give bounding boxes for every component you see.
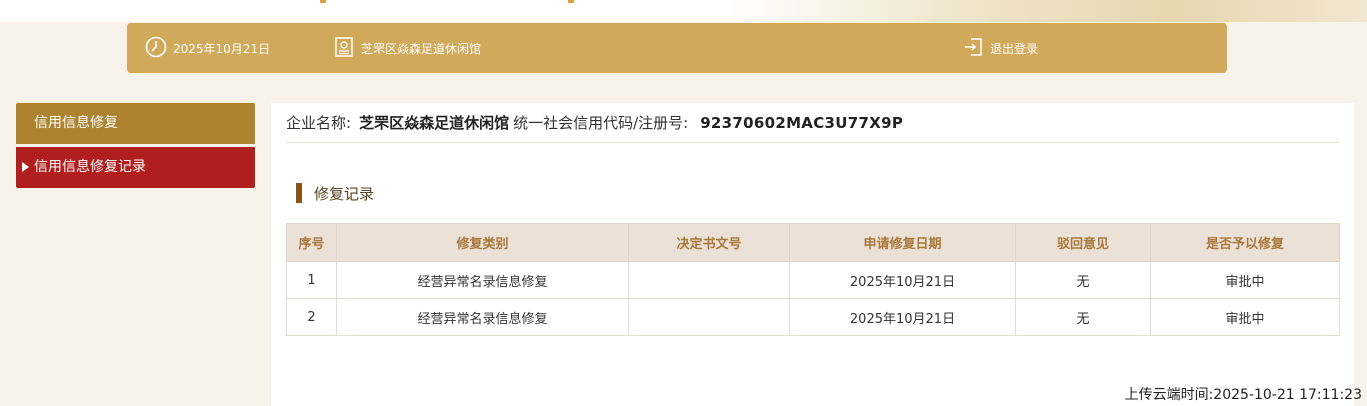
col-header-rejection: 驳回意见 bbox=[1015, 223, 1151, 262]
sidebar-item-credit-repair-records[interactable]: 信用信息修复记录 bbox=[16, 147, 255, 188]
records-table: 序号 修复类别 决定书文号 申请修复日期 驳回意见 是否予以修复 1 经营异常名… bbox=[286, 223, 1340, 336]
header-date: 2025年10月21日 bbox=[145, 23, 270, 73]
cell-rejection: 无 bbox=[1015, 298, 1151, 336]
cell-index: 2 bbox=[286, 298, 337, 336]
clock-icon bbox=[145, 36, 173, 61]
banner-mark bbox=[568, 0, 574, 3]
table-row: 2 经营异常名录信息修复 2025年10月21日 无 审批中 bbox=[286, 298, 1340, 336]
section-title-bar bbox=[296, 183, 302, 203]
cell-repair-type: 经营异常名录信息修复 bbox=[336, 261, 629, 299]
section-title: 修复记录 bbox=[296, 183, 374, 203]
cell-rejection: 无 bbox=[1015, 261, 1151, 299]
col-header-repair-type: 修复类别 bbox=[336, 223, 629, 262]
sidebar-item-label: 信用信息修复记录 bbox=[34, 159, 146, 175]
logout-label[interactable]: 退出登录 bbox=[990, 40, 1038, 57]
cell-apply-date: 2025年10月21日 bbox=[789, 298, 1016, 336]
col-header-decision-no: 决定书文号 bbox=[628, 223, 790, 262]
logout-button[interactable]: 退出登录 bbox=[962, 23, 1038, 73]
top-banner bbox=[0, 0, 1367, 22]
cell-index: 1 bbox=[286, 261, 337, 299]
col-header-index: 序号 bbox=[286, 223, 337, 262]
cell-repair-status: 审批中 bbox=[1150, 261, 1340, 299]
sidebar-item-label: 信用信息修复 bbox=[34, 115, 118, 131]
sidebar-item-credit-repair[interactable]: 信用信息修复 bbox=[16, 103, 255, 144]
cell-decision-no bbox=[628, 298, 790, 336]
col-header-repair-status: 是否予以修复 bbox=[1150, 223, 1340, 262]
header-bar: 2025年10月21日 芝罘区焱森足道休闲馆 退出登录 bbox=[127, 23, 1227, 73]
upload-time: 上传云端时间:2025-10-21 17:11:23 bbox=[1124, 387, 1362, 403]
cell-apply-date: 2025年10月21日 bbox=[789, 261, 1016, 299]
sidebar: 信用信息修复 信用信息修复记录 bbox=[16, 103, 255, 188]
header-company: 芝罘区焱森足道休闲馆 bbox=[333, 23, 481, 73]
triangle-right-icon bbox=[22, 162, 29, 172]
col-header-apply-date: 申请修复日期 bbox=[789, 223, 1016, 262]
company-name-label: 企业名称: bbox=[286, 114, 352, 132]
company-info: 企业名称: 芝罘区焱森足道休闲馆 统一社会信用代码/注册号: 92370602M… bbox=[286, 103, 1339, 143]
banner-decoration bbox=[727, 0, 1367, 22]
logout-icon bbox=[962, 36, 990, 61]
cell-repair-status: 审批中 bbox=[1150, 298, 1340, 336]
credit-code-value: 92370602MAC3U77X9P bbox=[700, 113, 904, 132]
banner-mark bbox=[320, 0, 326, 3]
cell-decision-no bbox=[628, 261, 790, 299]
company-name-value: 芝罘区焱森足道休闲馆 bbox=[359, 114, 510, 132]
credit-code-label: 统一社会信用代码/注册号: bbox=[513, 114, 689, 132]
main-content: 企业名称: 芝罘区焱森足道休闲馆 统一社会信用代码/注册号: 92370602M… bbox=[271, 103, 1354, 406]
table-header-row: 序号 修复类别 决定书文号 申请修复日期 驳回意见 是否予以修复 bbox=[286, 223, 1340, 262]
table-row: 1 经营异常名录信息修复 2025年10月21日 无 审批中 bbox=[286, 261, 1340, 299]
header-date-text: 2025年10月21日 bbox=[173, 41, 271, 56]
section-title-text: 修复记录 bbox=[314, 184, 375, 203]
header-company-text: 芝罘区焱森足道休闲馆 bbox=[361, 41, 482, 56]
certificate-icon bbox=[333, 36, 361, 61]
cell-repair-type: 经营异常名录信息修复 bbox=[336, 298, 629, 336]
